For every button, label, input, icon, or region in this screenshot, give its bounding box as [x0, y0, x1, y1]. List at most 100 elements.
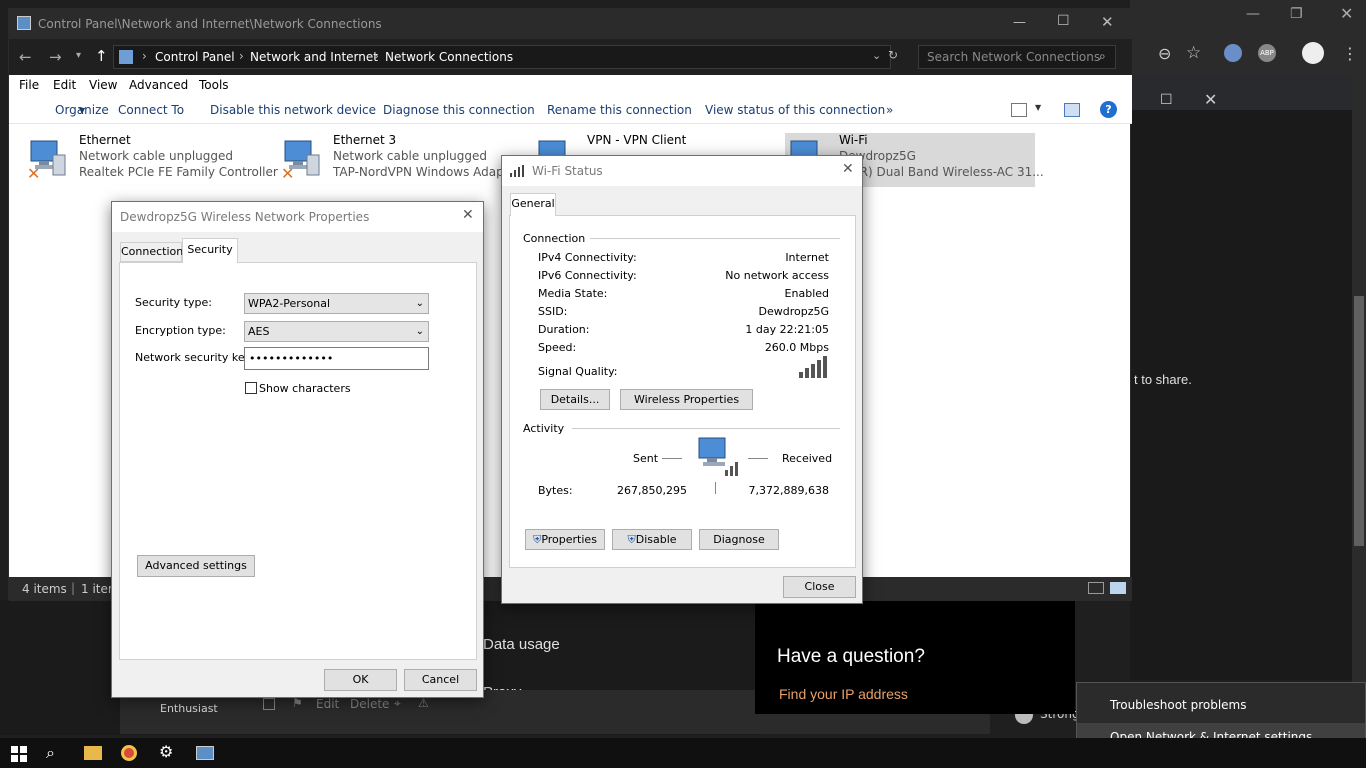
disable-device-button[interactable]: Disable this network device	[210, 103, 376, 117]
preview-pane-icon[interactable]	[1064, 103, 1080, 117]
wireless-properties-dialog: Dewdropz5G Wireless Network Properties ✕…	[111, 201, 484, 698]
chevron-down-icon[interactable]: ⌄	[872, 49, 881, 62]
menu-bar: File Edit View Advanced Tools	[9, 75, 1132, 97]
view-options-icon[interactable]	[1011, 103, 1027, 117]
menu-tools[interactable]: Tools	[199, 78, 229, 92]
menu-file[interactable]: File	[19, 78, 39, 92]
tab-general[interactable]: General	[510, 193, 556, 216]
properties-button[interactable]: ⛨Properties	[525, 529, 605, 550]
ipv4-label: IPv4 Connectivity:	[538, 251, 637, 264]
delete-link[interactable]: Delete	[350, 697, 389, 711]
show-characters-checkbox[interactable]	[245, 382, 257, 394]
forward-icon[interactable]: →	[49, 48, 62, 66]
connection-ethernet-3[interactable]: ✕ Ethernet 3 Network cable unplugged TAP…	[279, 133, 519, 187]
encryption-type-select[interactable]: AES ⌄	[244, 321, 429, 342]
scrollbar-thumb[interactable]	[1354, 296, 1364, 546]
details-view-icon[interactable]	[1088, 582, 1104, 594]
gear-icon[interactable]: ⚙	[159, 742, 173, 761]
details-button[interactable]: Details...	[540, 389, 610, 410]
close-icon[interactable]: ✕	[1340, 4, 1353, 23]
connect-to-button[interactable]: Connect To	[118, 103, 184, 117]
wireless-properties-button[interactable]: Wireless Properties	[620, 389, 753, 410]
close-icon[interactable]: ✕	[842, 161, 854, 177]
media-state-value: Enabled	[784, 287, 829, 300]
file-explorer-icon[interactable]	[84, 746, 102, 760]
diagnose-button[interactable]: Diagnose	[699, 529, 779, 550]
cancel-button[interactable]: Cancel	[404, 669, 477, 691]
sent-line	[662, 458, 682, 459]
menu-advanced[interactable]: Advanced	[129, 78, 188, 92]
refresh-icon[interactable]: ↻	[888, 48, 898, 62]
control-panel-taskbar-icon[interactable]	[196, 746, 214, 760]
extension-icon[interactable]	[1224, 44, 1242, 62]
advanced-settings-button[interactable]: Advanced settings	[137, 555, 255, 577]
breadcrumb-network-internet[interactable]: Network and Internet	[250, 50, 378, 64]
avatar[interactable]	[1302, 42, 1324, 64]
minimize-icon[interactable]: —	[1246, 6, 1260, 22]
breadcrumb-network-connections[interactable]: Network Connections	[385, 50, 513, 64]
folder-icon	[119, 50, 133, 64]
signal-icon	[510, 165, 524, 177]
settings-close-icon[interactable]: ✕	[1204, 90, 1217, 109]
search-icon[interactable]: ⌕	[1099, 49, 1106, 64]
menu-icon[interactable]: ⋮	[1342, 44, 1358, 63]
help-icon[interactable]: ?	[1100, 101, 1117, 118]
chrome-icon[interactable]	[121, 745, 137, 761]
minimize-icon[interactable]: —	[1013, 15, 1026, 30]
data-usage-link[interactable]: Data usage	[483, 636, 560, 653]
rename-button[interactable]: Rename this connection	[547, 103, 692, 117]
search-icon[interactable]: ⌕	[46, 743, 55, 763]
maximize-icon[interactable]: ☐	[1160, 92, 1173, 108]
close-button[interactable]: Close	[783, 576, 856, 598]
svg-text:✕: ✕	[27, 164, 40, 181]
disable-button[interactable]: ⛨Disable	[612, 529, 692, 550]
chevron-down-icon: ⌄	[415, 298, 424, 309]
connection-ethernet[interactable]: ✕ Ethernet Network cable unplugged Realt…	[25, 133, 278, 187]
dialog-titlebar: Wi-Fi Status ✕	[502, 156, 862, 186]
wifi-status-dialog: Wi-Fi Status ✕ General Connection IPv4 C…	[501, 155, 863, 604]
chevron-down-icon[interactable]: ▼	[79, 106, 85, 115]
location-icon[interactable]: ⌖	[394, 696, 401, 711]
menu-view[interactable]: View	[89, 78, 117, 92]
tab-connection[interactable]: Connection	[120, 242, 183, 262]
recent-icon[interactable]: ▾	[76, 50, 81, 61]
restore-icon[interactable]: ❐	[1290, 6, 1303, 22]
connection-device: (R) Dual Band Wireless-AC 31...	[855, 165, 1044, 179]
diagnose-button[interactable]: Diagnose this connection	[383, 103, 535, 117]
search-placeholder: Search Network Connections	[927, 50, 1101, 64]
up-icon[interactable]: ↑	[95, 47, 108, 65]
chevron-down-icon: ⌄	[415, 326, 424, 337]
search-input[interactable]: Search Network Connections ⌕	[918, 45, 1116, 69]
close-icon[interactable]: ✕	[1101, 13, 1114, 31]
breadcrumb[interactable]: › Control Panel › Network and Internet ›…	[113, 45, 898, 69]
chevron-down-icon[interactable]: ▼	[1035, 103, 1041, 112]
more-commands-button[interactable]: »	[886, 103, 893, 117]
star-icon[interactable]: ☆	[1186, 43, 1201, 63]
breadcrumb-control-panel[interactable]: Control Panel	[155, 50, 235, 64]
zoom-out-icon[interactable]: ⊖	[1158, 44, 1171, 63]
warning-icon[interactable]: ⚠	[418, 696, 429, 710]
taskbar: ⌕ ⚙	[0, 738, 1366, 768]
sent-label: Sent	[633, 452, 659, 465]
back-icon[interactable]: ←	[19, 48, 32, 66]
tab-security[interactable]: Security	[182, 238, 238, 263]
edit-link[interactable]: Edit	[316, 697, 339, 711]
start-icon[interactable]	[11, 746, 27, 762]
tiles-view-icon[interactable]	[1110, 582, 1126, 594]
network-key-field[interactable]: •••••••••••••	[244, 347, 429, 370]
troubleshoot-menu-item[interactable]: Troubleshoot problems	[1077, 691, 1365, 721]
view-status-button[interactable]: View status of this connection	[705, 103, 885, 117]
menu-edit[interactable]: Edit	[53, 78, 76, 92]
ok-button[interactable]: OK	[324, 669, 397, 691]
security-type-select[interactable]: WPA2-Personal ⌄	[244, 293, 429, 314]
activity-header: Activity	[523, 422, 565, 435]
connection-header: Connection	[523, 232, 586, 245]
checkbox-icon[interactable]	[263, 698, 275, 710]
signal-quality-label: Signal Quality:	[538, 365, 618, 378]
maximize-icon[interactable]: ☐	[1057, 13, 1070, 29]
find-ip-link[interactable]: Find your IP address	[779, 686, 908, 702]
adblock-icon[interactable]: ABP	[1258, 44, 1276, 62]
flag-icon[interactable]: ⚑	[292, 696, 303, 710]
close-icon[interactable]: ✕	[462, 207, 474, 223]
settings-pane: ☐ ✕ t to share.	[1130, 90, 1352, 680]
